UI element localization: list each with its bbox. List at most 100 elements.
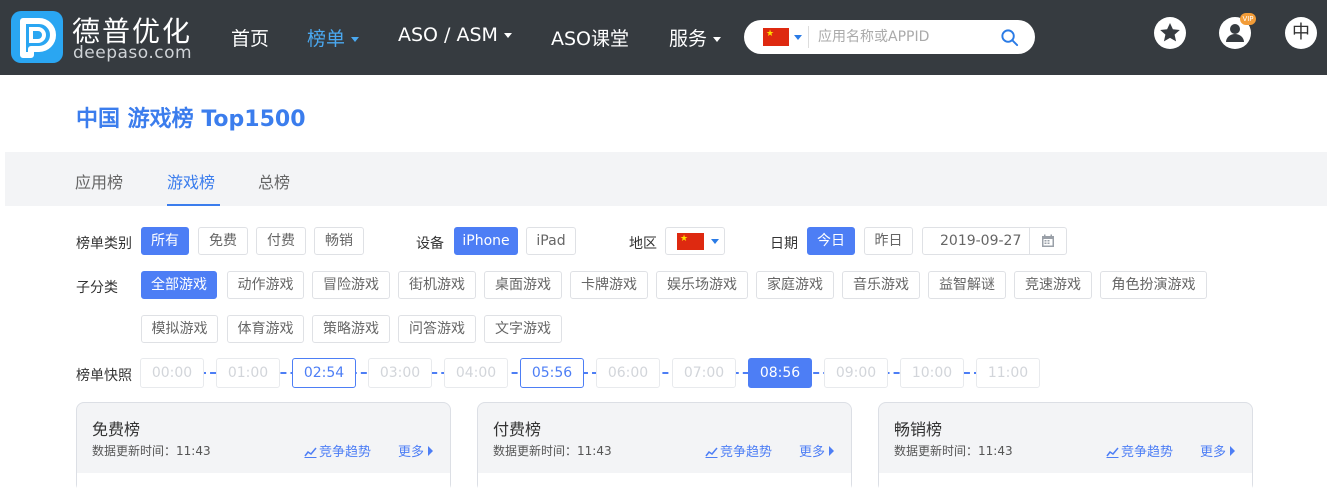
china-flag-icon[interactable]: ★ xyxy=(763,28,789,46)
subcategory-chip[interactable]: 卡牌游戏 xyxy=(570,271,648,299)
card-update-time: 数据更新时间：11:43 xyxy=(92,444,211,458)
nav-aso-class-label: ASO课堂 xyxy=(551,28,630,50)
triangle-right-icon xyxy=(428,446,434,456)
list-type-all[interactable]: 所有 xyxy=(141,227,189,255)
nav-rankings-label: 榜单 xyxy=(307,28,346,50)
subcategory-chip[interactable]: 街机游戏 xyxy=(398,271,476,299)
chevron-down-icon xyxy=(711,239,719,244)
nav-rankings[interactable]: 榜单 xyxy=(307,24,360,51)
search-icon[interactable] xyxy=(1000,28,1019,47)
snapshot-09-00: 09:00 xyxy=(824,358,888,388)
subcategory-chip[interactable]: 模拟游戏 xyxy=(141,315,218,343)
subcategory-chip[interactable]: 全部游戏 xyxy=(141,271,217,299)
subcategory-chip[interactable]: 冒险游戏 xyxy=(312,271,390,299)
snapshot-02-54[interactable]: 02:54 xyxy=(292,358,356,388)
nav-aso-asm[interactable]: ASO / ASM xyxy=(398,24,512,46)
nav-services[interactable]: 服务 xyxy=(669,24,722,51)
triangle-right-icon xyxy=(1230,446,1236,456)
subcategory-chip[interactable]: 家庭游戏 xyxy=(756,271,834,299)
free-ranking-card: 免费榜 数据更新时间：11:43 竞争趋势 更多 xyxy=(76,402,451,493)
page-title: 中国 游戏榜 Top1500 xyxy=(76,107,306,132)
subcategory-chip[interactable]: 竞速游戏 xyxy=(1014,271,1092,299)
card-update-time: 数据更新时间：11:43 xyxy=(493,444,612,458)
snapshot-11-00: 11:00 xyxy=(976,358,1040,388)
date-today[interactable]: 今日 xyxy=(807,227,855,255)
tab-bar: 应用榜 游戏榜 总榜 xyxy=(5,152,1327,206)
snapshot-06-00: 06:00 xyxy=(596,358,660,388)
language-switch[interactable]: 中 xyxy=(1285,17,1317,49)
tab-overall-ranking[interactable]: 总榜 xyxy=(258,169,290,193)
china-flag-icon: ★ xyxy=(677,233,704,250)
date-divider xyxy=(1029,228,1030,254)
list-type-free[interactable]: 免费 xyxy=(198,227,248,255)
more-label: 更多 xyxy=(799,445,826,460)
nav-home[interactable]: 首页 xyxy=(231,24,269,51)
chevron-down-icon xyxy=(503,33,512,38)
tab-game-ranking[interactable]: 游戏榜 xyxy=(167,169,215,193)
card-body xyxy=(77,473,450,493)
top-navbar: 德普优化 deepaso.com 首页 榜单 ASO / ASM ASO课堂 服… xyxy=(0,0,1327,75)
card-title: 免费榜 xyxy=(92,420,141,439)
snapshot-07-00: 07:00 xyxy=(672,358,736,388)
subcategory-label: 子分类 xyxy=(76,280,118,296)
snapshot-08-56[interactable]: 08:56 xyxy=(748,358,812,388)
nav-aso-class[interactable]: ASO课堂 xyxy=(551,24,629,51)
more-label: 更多 xyxy=(398,445,425,460)
snapshot-00-00: 00:00 xyxy=(140,358,204,388)
triangle-right-icon xyxy=(829,446,835,456)
snapshot-03-00: 03:00 xyxy=(368,358,432,388)
search-bar: ★ xyxy=(744,20,1035,54)
snapshot-10-00: 10:00 xyxy=(900,358,964,388)
brand-logo-icon[interactable] xyxy=(11,11,63,63)
region-label: 地区 xyxy=(629,236,657,252)
subcategory-chip[interactable]: 策略游戏 xyxy=(312,315,390,343)
brand-domain: deepaso.com xyxy=(73,43,193,63)
vip-badge: VIP xyxy=(1240,13,1256,25)
date-label: 日期 xyxy=(770,236,798,252)
more-link[interactable]: 更多 xyxy=(799,441,835,460)
nav-aso-asm-label: ASO / ASM xyxy=(398,24,498,46)
device-ipad[interactable]: iPad xyxy=(526,227,576,255)
device-label: 设备 xyxy=(416,236,444,252)
nav-home-label: 首页 xyxy=(231,28,270,50)
snapshot-04-00: 04:00 xyxy=(444,358,508,388)
trend-label: 竞争趋势 xyxy=(720,445,773,460)
search-input[interactable] xyxy=(818,25,993,49)
card-title: 畅销榜 xyxy=(894,420,943,439)
region-select[interactable]: ★ xyxy=(665,227,725,255)
subcategory-chip[interactable]: 动作游戏 xyxy=(227,271,304,299)
subcategory-chip[interactable]: 音乐游戏 xyxy=(842,271,920,299)
list-type-paid[interactable]: 付费 xyxy=(256,227,306,255)
subcategory-chip[interactable]: 体育游戏 xyxy=(227,315,304,343)
snapshot-05-56[interactable]: 05:56 xyxy=(520,358,584,388)
more-label: 更多 xyxy=(1200,445,1227,460)
device-iphone[interactable]: iPhone xyxy=(454,227,518,255)
trend-link[interactable]: 竞争趋势 xyxy=(705,441,772,460)
tab-app-ranking[interactable]: 应用榜 xyxy=(75,169,123,193)
favorites-star-icon[interactable] xyxy=(1154,17,1186,49)
chevron-down-icon xyxy=(351,37,360,42)
list-type-grossing[interactable]: 畅销 xyxy=(314,227,364,255)
trend-link[interactable]: 竞争趋势 xyxy=(304,441,371,460)
trend-label: 竞争趋势 xyxy=(1121,445,1174,460)
more-link[interactable]: 更多 xyxy=(398,441,434,460)
subcategory-chip[interactable]: 桌面游戏 xyxy=(484,271,562,299)
region-dropdown-caret-icon[interactable] xyxy=(794,35,802,40)
date-picker[interactable]: 2019-09-27 xyxy=(922,227,1067,255)
date-yesterday[interactable]: 昨日 xyxy=(864,227,913,255)
card-body xyxy=(879,473,1252,493)
search-divider xyxy=(808,26,809,48)
snapshot-label: 榜单快照 xyxy=(76,368,132,384)
subcategory-chip[interactable]: 文字游戏 xyxy=(484,315,562,343)
calendar-icon[interactable] xyxy=(1041,234,1055,248)
nav-services-label: 服务 xyxy=(669,28,708,50)
more-link[interactable]: 更多 xyxy=(1200,441,1236,460)
grossing-ranking-card: 畅销榜 数据更新时间：11:43 竞争趋势 更多 xyxy=(878,402,1253,493)
card-update-time: 数据更新时间：11:43 xyxy=(894,444,1013,458)
trend-link[interactable]: 竞争趋势 xyxy=(1106,441,1173,460)
subcategory-chip[interactable]: 娱乐场游戏 xyxy=(656,271,748,299)
subcategory-chip[interactable]: 益智解谜 xyxy=(928,271,1006,299)
trend-chart-icon xyxy=(304,447,317,458)
subcategory-chip[interactable]: 问答游戏 xyxy=(398,315,476,343)
subcategory-chip[interactable]: 角色扮演游戏 xyxy=(1100,271,1207,299)
